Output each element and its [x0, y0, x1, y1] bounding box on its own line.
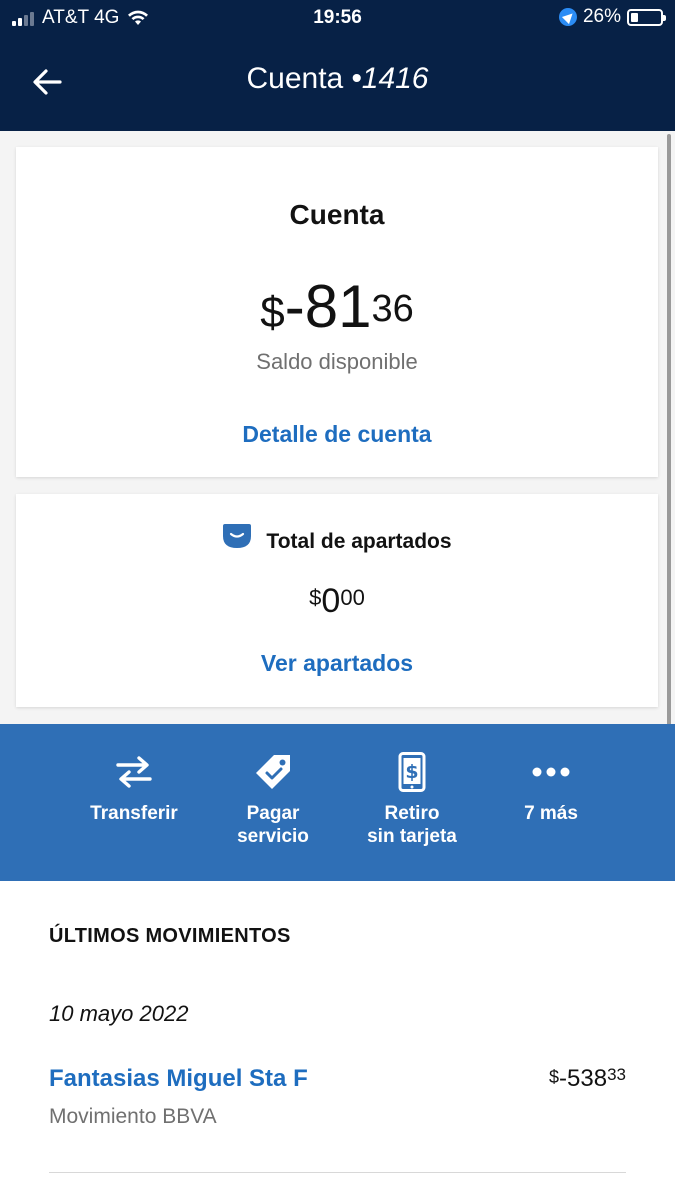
action-cardless-withdrawal[interactable]: $ Retiro sin tarjeta	[343, 724, 482, 881]
account-card: Cuenta $-8136 Saldo disponible Detalle d…	[16, 147, 658, 477]
account-detail-link[interactable]: Detalle de cuenta	[16, 421, 658, 448]
action-more-label: 7 más	[524, 803, 578, 824]
available-balance: $-8136	[16, 277, 658, 338]
battery-icon	[627, 8, 666, 26]
more-dots-icon	[532, 767, 570, 777]
scrollbar[interactable]	[667, 134, 671, 736]
price-tag-icon	[256, 755, 290, 789]
action-transfer-label: Transferir	[90, 803, 178, 824]
transfer-arrows-icon	[116, 756, 152, 788]
movement-merchant: Fantasias Miguel Sta F	[49, 1065, 308, 1092]
movement-amount-cents: 33	[607, 1065, 626, 1084]
action-cardless-label: Retiro	[384, 803, 440, 824]
action-pay-service[interactable]: Pagar servicio	[204, 724, 343, 881]
savings-card: Total de apartados $000 Ver apartados	[16, 494, 658, 707]
balance-label: Saldo disponible	[256, 349, 418, 374]
location-icon	[558, 8, 577, 26]
movement-amount: $-53833	[549, 1065, 626, 1093]
movement-type: Movimiento BBVA	[49, 1105, 217, 1128]
movement-amount-whole: -538	[559, 1065, 608, 1092]
savings-cents: 00	[340, 585, 365, 610]
page-title: Cuenta •1416	[0, 62, 675, 96]
account-card-title: Cuenta	[289, 199, 385, 230]
status-bar: AT&T 4G 19:56 26%	[0, 0, 675, 36]
svg-text:$: $	[405, 761, 418, 783]
account-suffix: •1416	[351, 62, 429, 95]
movement-date: 10 mayo 2022	[49, 1001, 189, 1026]
phone-dollar-icon: $	[398, 752, 426, 792]
action-pay-service-label-2: servicio	[237, 826, 309, 847]
action-pay-service-label: Pagar	[246, 803, 300, 824]
action-more[interactable]: 7 más	[482, 724, 621, 881]
balance-whole: -81	[284, 273, 372, 340]
savings-title: Total de apartados	[266, 530, 452, 553]
view-savings-link[interactable]: Ver apartados	[16, 650, 658, 677]
balance-currency: $	[260, 288, 285, 337]
action-transfer[interactable]: Transferir	[65, 724, 204, 881]
page-title-text: Cuenta	[246, 62, 344, 95]
savings-whole: 0	[321, 582, 341, 620]
movement-currency: $	[549, 1067, 560, 1087]
savings-header: Total de apartados	[16, 524, 658, 554]
battery-percent: 26%	[582, 6, 621, 27]
movement-row[interactable]: Fantasias Miguel Sta F Movimiento BBVA $…	[49, 1065, 626, 1173]
pocket-icon	[223, 524, 252, 548]
quick-actions-bar: Transferir Pagar servicio $ Retiro sin t…	[0, 724, 675, 881]
recent-movements: ÚLTIMOS MOVIMIENTOS 10 mayo 2022 Fantasi…	[0, 881, 675, 1200]
status-right: 26%	[558, 6, 666, 28]
savings-currency: $	[309, 585, 322, 610]
balance-cents: 36	[371, 288, 414, 330]
movements-section-title: ÚLTIMOS MOVIMIENTOS	[49, 925, 291, 947]
action-cardless-label-2: sin tarjeta	[367, 826, 457, 847]
header-bar: AT&T 4G 19:56 26% Cuenta •1416	[0, 0, 675, 131]
savings-amount: $000	[16, 582, 658, 621]
